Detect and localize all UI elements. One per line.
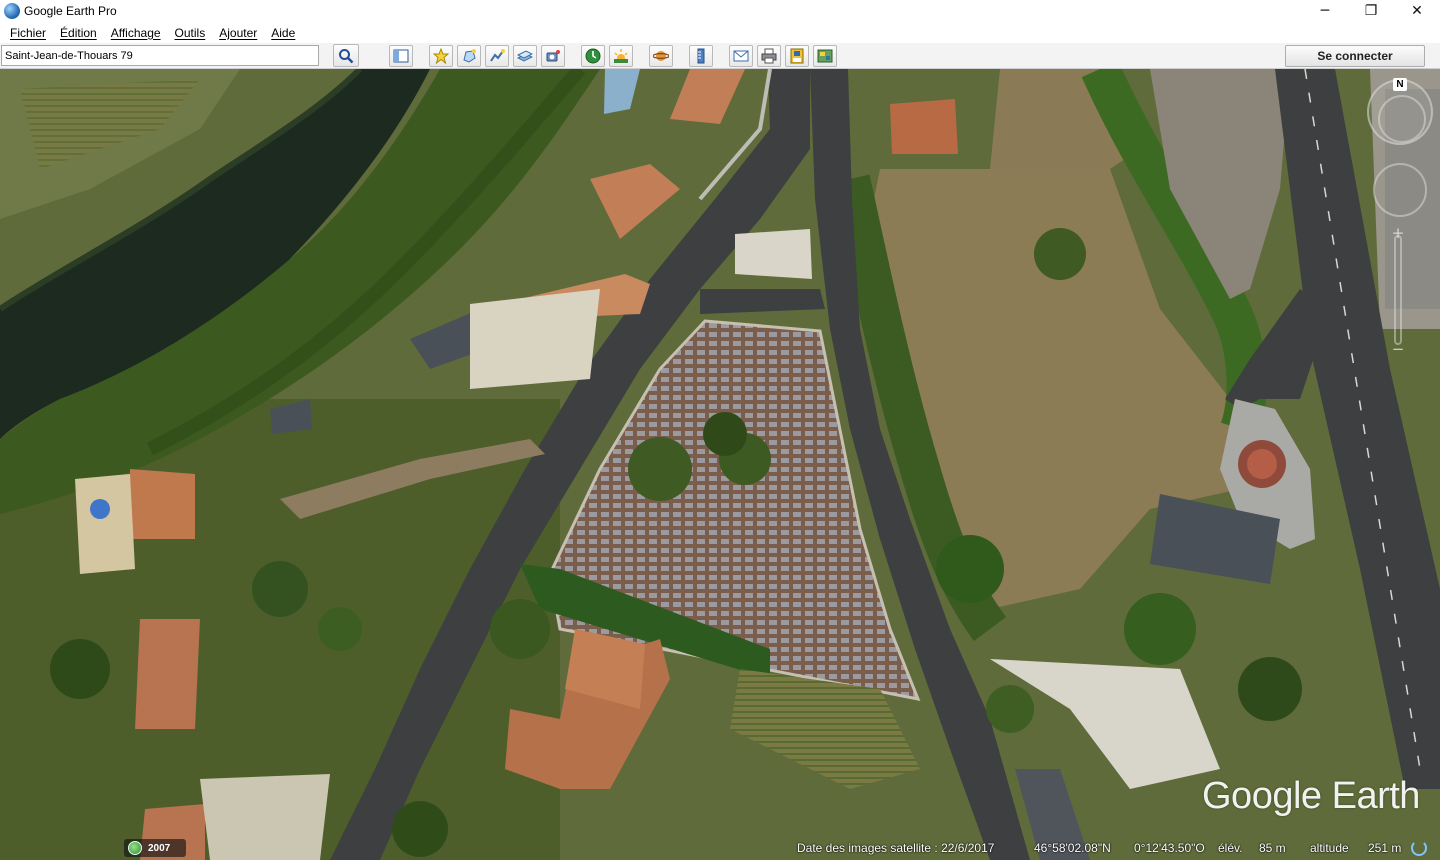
compass-ring[interactable]: N	[1367, 78, 1433, 145]
longitude: 0°12'43.50"O	[1134, 841, 1205, 855]
sunlight-icon	[614, 49, 628, 63]
menu-edition[interactable]: Édition	[53, 26, 104, 40]
historical-year-badge[interactable]: 2007	[124, 839, 186, 857]
title-bar: Google Earth Pro ─ ❐ ✕	[0, 0, 1440, 22]
email-icon	[733, 50, 749, 62]
email-button[interactable]	[729, 45, 753, 67]
search-icon	[339, 48, 354, 63]
satellite-imagery	[0, 69, 1440, 860]
planets-button[interactable]	[649, 45, 673, 67]
sidebar-toggle-icon	[393, 49, 409, 63]
window-controls: ─ ❐ ✕	[1302, 0, 1440, 22]
save-image-icon	[790, 48, 804, 64]
zoom-slider[interactable]	[1394, 235, 1402, 345]
placemark-icon	[433, 48, 449, 64]
historical-imagery-button[interactable]	[581, 45, 605, 67]
menu-affichage[interactable]: Affichage	[104, 26, 168, 40]
menu-ajouter[interactable]: Ajouter	[212, 26, 264, 40]
save-image-button[interactable]	[785, 45, 809, 67]
ruler-button[interactable]	[689, 45, 713, 67]
altitude-value: 251 m	[1368, 841, 1402, 855]
navigation-control: N + −	[1367, 75, 1433, 365]
print-icon	[761, 48, 777, 64]
sidebar-toggle-button[interactable]	[389, 45, 413, 67]
window-title: Google Earth Pro	[24, 4, 117, 18]
imagery-date: Date des images satellite : 22/6/2017	[797, 841, 995, 855]
maps-view-icon	[817, 49, 833, 63]
polygon-icon	[463, 49, 476, 63]
menu-outils[interactable]: Outils	[168, 26, 213, 40]
historical-clock-icon	[128, 841, 142, 855]
status-bar: 2007 Date des images satellite : 22/6/20…	[0, 837, 1440, 860]
sunlight-button[interactable]	[609, 45, 633, 67]
add-placemark-button[interactable]	[429, 45, 453, 67]
zoom-out-button[interactable]: −	[1388, 341, 1408, 357]
imagery-year: 2007	[148, 842, 171, 854]
sign-in-button[interactable]: Se connecter	[1285, 45, 1425, 67]
overlay-icon	[517, 50, 533, 62]
add-overlay-button[interactable]	[513, 45, 537, 67]
north-indicator[interactable]: N	[1393, 78, 1407, 91]
search-button[interactable]	[333, 44, 359, 67]
ruler-icon	[697, 48, 705, 64]
planets-icon	[653, 51, 669, 61]
add-polygon-button[interactable]	[457, 45, 481, 67]
tour-icon	[546, 50, 560, 62]
path-icon	[490, 49, 505, 62]
streaming-progress-icon	[1411, 840, 1427, 856]
move-joystick[interactable]	[1373, 163, 1427, 217]
search-input[interactable]	[1, 45, 319, 66]
historical-imagery-icon	[585, 48, 601, 64]
print-button[interactable]	[757, 45, 781, 67]
map-viewport[interactable]: Google Earth N + − 2007 Date des images …	[0, 69, 1440, 860]
close-button[interactable]: ✕	[1394, 0, 1440, 22]
menu-fichier[interactable]: Fichier	[3, 26, 53, 40]
elevation-label: élév.	[1218, 841, 1243, 855]
elevation-value: 85 m	[1259, 841, 1286, 855]
maximize-button[interactable]: ❐	[1348, 0, 1394, 22]
latitude: 46°58'02.08"N	[1034, 841, 1111, 855]
menu-bar: Fichier Édition Affichage Outils Ajouter…	[0, 22, 1440, 43]
look-joystick[interactable]	[1378, 95, 1426, 143]
google-earth-watermark: Google Earth	[1202, 775, 1420, 817]
menu-aide[interactable]: Aide	[264, 26, 302, 40]
toolbar: Se connecter	[0, 43, 1440, 69]
maps-view-button[interactable]	[813, 45, 837, 67]
altitude-label: altitude	[1310, 841, 1349, 855]
google-earth-app-icon	[4, 3, 20, 19]
add-path-button[interactable]	[485, 45, 509, 67]
record-tour-button[interactable]	[541, 45, 565, 67]
minimize-button[interactable]: ─	[1302, 0, 1348, 22]
